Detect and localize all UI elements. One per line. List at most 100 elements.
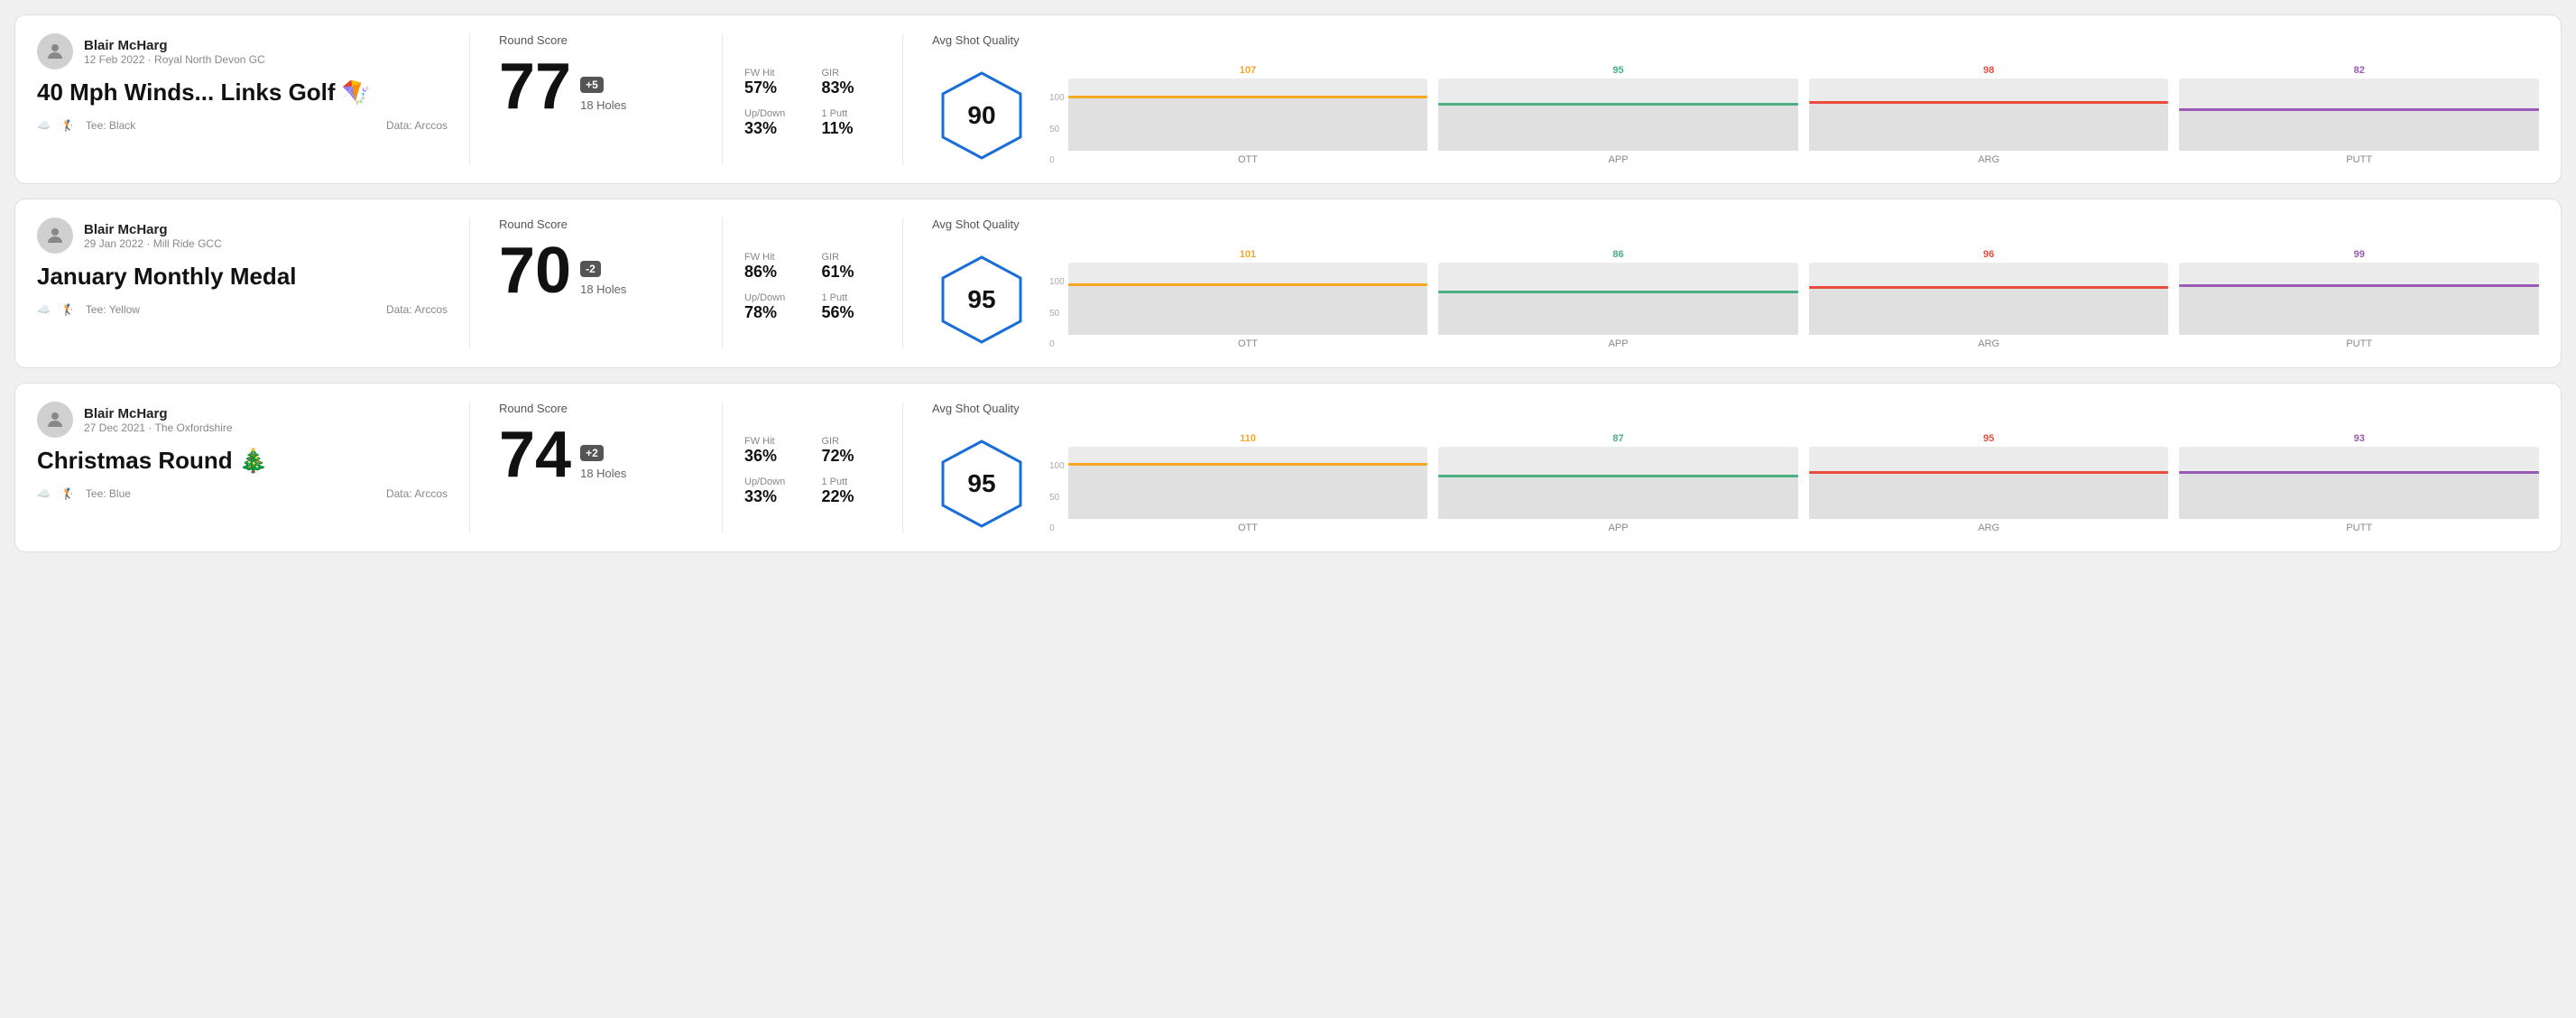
gir-stat: GIR 72% — [822, 436, 882, 466]
weather-icon: ☁️ — [37, 303, 51, 316]
updown-stat: Up/Down 33% — [744, 108, 804, 138]
round-title: 40 Mph Winds... Links Golf 🪁 — [37, 79, 448, 106]
bottom-meta: ☁️ 🏌️ Tee: Black Data: Arccos — [37, 119, 448, 132]
bar-fill-ott — [1068, 98, 1428, 151]
user-details: Blair McHarg 29 Jan 2022 · Mill Ride GCC — [84, 222, 222, 250]
left-section: Blair McHarg 29 Jan 2022 · Mill Ride GCC… — [37, 217, 470, 349]
stats-section: FW Hit 57% GIR 83% Up/Down 33% 1 Putt 11… — [723, 33, 903, 165]
bar-wrapper-arg — [1809, 263, 2169, 335]
bar-label-ott: OTT — [1238, 523, 1258, 533]
oneputt-label: 1 Putt — [822, 292, 882, 303]
hexagon-container: 95 — [932, 250, 1031, 349]
chart-area: 90 100 50 0 107 OTT 95 — [932, 65, 2539, 165]
holes-label: 18 Holes — [580, 282, 626, 296]
gir-stat: GIR 61% — [822, 252, 882, 282]
bar-label-app: APP — [1609, 523, 1629, 533]
bottom-meta: ☁️ 🏌️ Tee: Yellow Data: Arccos — [37, 303, 448, 316]
bar-wrapper-ott — [1068, 263, 1428, 335]
user-name: Blair McHarg — [84, 222, 222, 237]
bar-value-app: 86 — [1612, 249, 1623, 260]
chart-area: 95 100 50 0 101 OTT 86 — [932, 249, 2539, 349]
right-section: Avg Shot Quality 90 100 50 0 107 — [903, 33, 2539, 165]
bar-value-ott: 110 — [1240, 433, 1256, 444]
bar-wrapper-putt — [2179, 263, 2539, 335]
oneputt-value: 11% — [822, 119, 882, 138]
user-meta: 29 Jan 2022 · Mill Ride GCC — [84, 237, 222, 250]
avg-quality-label: Avg Shot Quality — [932, 402, 2539, 415]
data-source: Data: Arccos — [386, 119, 448, 132]
updown-value: 33% — [744, 487, 804, 506]
tee-info: Tee: Black — [86, 119, 135, 132]
bar-line-app — [1438, 291, 1798, 293]
bar-group-putt: 93 PUTT — [2179, 433, 2539, 533]
fw-hit-label: FW Hit — [744, 436, 804, 447]
bar-wrapper-app — [1438, 79, 1798, 151]
gir-value: 61% — [822, 263, 882, 282]
oneputt-label: 1 Putt — [822, 477, 882, 487]
big-score: 77 — [499, 54, 571, 119]
bar-fill-putt — [2179, 474, 2539, 519]
gir-label: GIR — [822, 436, 882, 447]
bar-fill-arg — [1809, 104, 2169, 151]
bar-label-ott: OTT — [1238, 338, 1258, 349]
round-score-label: Round Score — [499, 33, 693, 47]
right-section: Avg Shot Quality 95 100 50 0 110 — [903, 402, 2539, 533]
avatar — [37, 217, 73, 254]
data-source: Data: Arccos — [386, 303, 448, 316]
oneputt-stat: 1 Putt 56% — [822, 292, 882, 322]
bar-group-arg: 95 ARG — [1809, 433, 2169, 533]
updown-value: 78% — [744, 303, 804, 322]
holes-label: 18 Holes — [580, 467, 626, 480]
bar-group-ott: 101 OTT — [1068, 249, 1428, 349]
stats-section: FW Hit 86% GIR 61% Up/Down 78% 1 Putt 56… — [723, 217, 903, 349]
user-info: Blair McHarg 29 Jan 2022 · Mill Ride GCC — [37, 217, 448, 254]
round-score-label: Round Score — [499, 402, 693, 415]
fw-hit-label: FW Hit — [744, 68, 804, 79]
bar-group-app: 86 APP — [1438, 249, 1798, 349]
bar-group-ott: 107 OTT — [1068, 65, 1428, 165]
avatar — [37, 33, 73, 69]
user-name: Blair McHarg — [84, 406, 233, 421]
hexagon: 95 — [937, 255, 1027, 345]
hexagon-score: 90 — [967, 101, 995, 130]
user-info: Blair McHarg 27 Dec 2021 · The Oxfordshi… — [37, 402, 448, 438]
score-section: Round Score 74 +2 18 Holes — [470, 402, 723, 533]
bar-label-putt: PUTT — [2346, 523, 2372, 533]
bar-fill-arg — [1809, 289, 2169, 335]
bar-fill-app — [1438, 477, 1798, 519]
gir-value: 72% — [822, 447, 882, 466]
fw-hit-value: 36% — [744, 447, 804, 466]
updown-stat: Up/Down 33% — [744, 477, 804, 506]
bag-icon: 🏌️ — [61, 303, 75, 316]
score-section: Round Score 77 +5 18 Holes — [470, 33, 723, 165]
left-section: Blair McHarg 12 Feb 2022 · Royal North D… — [37, 33, 470, 165]
bar-group-ott: 110 OTT — [1068, 433, 1428, 533]
hexagon-container: 90 — [932, 66, 1031, 165]
bar-fill-putt — [2179, 111, 2539, 151]
hexagon-container: 95 — [932, 434, 1031, 533]
left-section: Blair McHarg 27 Dec 2021 · The Oxfordshi… — [37, 402, 470, 533]
bottom-left: ☁️ 🏌️ Tee: Black — [37, 119, 135, 132]
bar-line-putt — [2179, 471, 2539, 474]
bar-label-putt: PUTT — [2346, 154, 2372, 165]
score-badge-wrap: +2 18 Holes — [580, 445, 626, 487]
round-card: Blair McHarg 12 Feb 2022 · Royal North D… — [14, 14, 2562, 184]
tee-info: Tee: Blue — [86, 487, 131, 500]
hexagon-score: 95 — [967, 469, 995, 498]
chart-area: 95 100 50 0 110 OTT 87 — [932, 433, 2539, 533]
bar-fill-arg — [1809, 474, 2169, 519]
bar-label-arg: ARG — [1978, 154, 1999, 165]
holes-label: 18 Holes — [580, 98, 626, 112]
bar-line-arg — [1809, 101, 2169, 104]
tee-info: Tee: Yellow — [86, 303, 140, 316]
bar-value-arg: 98 — [1983, 65, 1994, 76]
score-row: 74 +2 18 Holes — [499, 422, 693, 487]
bar-line-arg — [1809, 286, 2169, 289]
bar-label-arg: ARG — [1978, 523, 1999, 533]
fw-hit-label: FW Hit — [744, 252, 804, 263]
bar-wrapper-putt — [2179, 447, 2539, 519]
bar-value-putt: 82 — [2354, 65, 2365, 76]
fw-hit-stat: FW Hit 36% — [744, 436, 804, 466]
gir-label: GIR — [822, 252, 882, 263]
updown-label: Up/Down — [744, 477, 804, 487]
